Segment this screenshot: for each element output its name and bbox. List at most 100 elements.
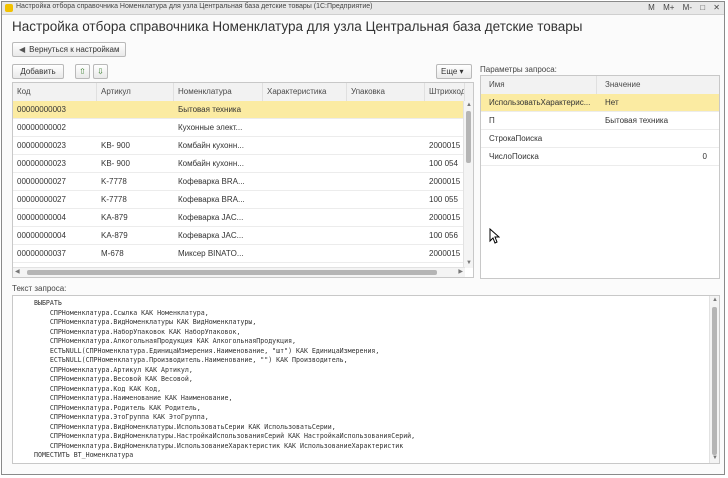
param-name: П xyxy=(489,116,495,125)
query-line: СПРНоменклатура.Артикул КАК Артикул, xyxy=(34,365,193,374)
scroll-up-icon[interactable]: ▲ xyxy=(712,297,718,304)
move-up-button[interactable]: ⇧ xyxy=(75,64,90,79)
query-line: ВЫБРАТЬ xyxy=(34,299,62,307)
table-cell-code: 00000000027 xyxy=(17,177,66,186)
column-header-article[interactable]: Артикул xyxy=(97,83,174,101)
table-cell-code: 00000000023 xyxy=(17,159,66,168)
query-line: ПОМЕСТИТЬ ВТ_Номенклатура xyxy=(34,451,134,459)
move-down-button[interactable]: ⇩ xyxy=(93,64,108,79)
param-row[interactable]: ИспользоватьХарактерис... Нет xyxy=(481,94,719,112)
table-cell-article xyxy=(97,119,174,137)
table-cell-char xyxy=(263,101,347,119)
query-line: ЕСТЬNULL(СПРНоменклатура.ЕдиницаИзмерени… xyxy=(34,346,380,355)
query-line: СПРНоменклатура.ВидНоменклатуры.Настройк… xyxy=(34,432,416,440)
table-cell-char xyxy=(263,245,347,263)
table-cell-article: KB- 900 xyxy=(101,159,130,168)
column-header-characteristic[interactable]: Характеристика xyxy=(263,83,347,101)
params-header: Имя Значение xyxy=(481,76,719,95)
scroll-right-icon[interactable]: ▶ xyxy=(458,269,463,276)
arrow-up-icon: ⇧ xyxy=(79,67,86,76)
query-line: СПРНоменклатура.ВидНоменклатуры.Использо… xyxy=(34,441,404,450)
table-cell-char xyxy=(263,137,347,155)
table-row[interactable]: 00000000027 K-7778 Кофеварка BRA... 100 055 xyxy=(13,191,465,209)
scroll-down-icon[interactable]: ▼ xyxy=(712,455,718,462)
back-button-label: Вернуться к настройкам xyxy=(29,45,120,54)
scroll-down-icon[interactable]: ▼ xyxy=(466,260,472,267)
query-line: СПРНоменклатура.Наименование КАК Наимено… xyxy=(34,394,233,402)
add-button[interactable]: Добавить xyxy=(12,64,64,79)
app-logo-icon xyxy=(5,4,13,12)
query-vertical-scrollbar[interactable]: ▲ ▼ xyxy=(709,296,719,463)
table-cell-code: 00000000037 xyxy=(17,249,66,258)
column-header-value[interactable]: Значение xyxy=(597,76,719,94)
column-header-code[interactable]: Код xyxy=(13,83,97,101)
table-cell-name: Кофеварка BRA... xyxy=(178,177,245,186)
query-text-area[interactable]: ВЫБРАТЬ СПРНоменклатура.Ссылка КАК Номен… xyxy=(12,295,720,464)
table-cell-name: Кухонные элект... xyxy=(178,123,243,132)
window-controls: M M+ M- □ ✕ xyxy=(642,3,720,12)
table-cell-name: Комбайн кухонн... xyxy=(178,159,244,168)
table-cell-name: Миксер BINATO... xyxy=(178,249,244,258)
table-row[interactable]: 00000000023 KB- 900 Комбайн кухонн... 100 0… xyxy=(13,155,465,173)
table-cell-code: 00000000002 xyxy=(17,123,66,132)
memory-minus-button[interactable]: M- xyxy=(683,3,692,12)
column-header-name[interactable]: Имя xyxy=(481,76,597,94)
table-cell-char xyxy=(263,191,347,209)
table-cell-code: 00000000027 xyxy=(17,195,66,204)
table-row[interactable]: 00000000003 Бытовая техника xyxy=(13,101,465,119)
table-horizontal-scrollbar[interactable]: ◀ ▶ xyxy=(13,267,465,277)
nomenclature-table[interactable]: Код Артикул Номенклатура Характеристика … xyxy=(12,82,474,278)
table-cell-barcode: 100 056 xyxy=(429,231,458,240)
table-vertical-scrollbar[interactable]: ▲ ▼ xyxy=(463,101,473,268)
params-table[interactable]: Имя Значение ИспользоватьХарактерис... Не… xyxy=(480,75,720,279)
table-row[interactable]: 00000000037 M-678 Миксер BINATO... 2000015 xyxy=(13,245,465,263)
table-cell-char xyxy=(263,209,347,227)
param-row[interactable]: ЧислоПоиска 0 xyxy=(481,148,719,166)
scroll-left-icon[interactable]: ◀ xyxy=(15,269,20,276)
back-to-settings-button[interactable]: ◀ Вернуться к настройкам xyxy=(12,42,126,57)
query-line: СПРНоменклатура.Код КАК Код, xyxy=(34,384,162,393)
query-label: Текст запроса: xyxy=(12,284,67,293)
table-row[interactable]: 00000000004 KA-879 Кофеварка JAC... 2000015 xyxy=(13,209,465,227)
table-cell-name: Бытовая техника xyxy=(178,105,242,114)
param-row[interactable]: СтрокаПоиска xyxy=(481,130,719,148)
query-line: СПРНоменклатура.Весовой КАК Весовой, xyxy=(34,375,193,383)
table-row[interactable]: 00000000004 KA-879 Кофеварка JAC... 100 056 xyxy=(13,227,465,245)
table-header: Код Артикул Номенклатура Характеристика … xyxy=(13,83,473,102)
column-header-barcode[interactable]: Штрихкод xyxy=(425,83,465,101)
scroll-up-icon[interactable]: ▲ xyxy=(466,102,472,109)
table-cell-article: KB- 900 xyxy=(101,141,130,150)
scroll-thumb[interactable] xyxy=(712,307,717,455)
param-value xyxy=(597,130,719,148)
param-row[interactable]: П Бытовая техника xyxy=(481,112,719,130)
table-cell-pack xyxy=(347,245,425,263)
table-cell-article xyxy=(97,101,174,119)
memory-m-button[interactable]: M xyxy=(648,3,655,12)
table-cell-barcode: 2000015 xyxy=(429,141,461,150)
table-row[interactable]: 00000000002 Кухонные элект... xyxy=(13,119,465,137)
params-label: Параметры запроса: xyxy=(480,65,557,74)
scroll-thumb-horizontal[interactable] xyxy=(27,270,437,275)
table-cell-barcode: 2000015 xyxy=(429,249,461,258)
maximize-button[interactable]: □ xyxy=(700,3,705,12)
table-row[interactable]: 00000000023 KB- 900 Комбайн кухонн... 20000… xyxy=(13,137,465,155)
column-header-package[interactable]: Упаковка xyxy=(347,83,425,101)
table-cell-char xyxy=(263,227,347,245)
table-cell-article: KA-879 xyxy=(101,213,128,222)
query-line: СПРНоменклатура.Ссылка КАК Номенклатура, xyxy=(34,308,209,317)
table-cell-code: 00000000004 xyxy=(17,231,66,240)
app-window: Настройка отбора справочника Номенклатур… xyxy=(1,1,725,475)
column-header-nomenclature[interactable]: Номенклатура xyxy=(174,83,263,101)
table-cell-pack xyxy=(347,191,425,209)
query-line: СПРНоменклатура.АлкогольнаяПродукция КАК… xyxy=(34,337,297,345)
table-cell-pack xyxy=(347,137,425,155)
page-title: Настройка отбора справочника Номенклатур… xyxy=(12,19,583,34)
scroll-thumb[interactable] xyxy=(466,111,471,163)
query-line: СПРНоменклатура.Родитель КАК Родитель, xyxy=(34,403,201,412)
table-row[interactable]: 00000000027 K-7778 Кофеварка BRA... 2000015 xyxy=(13,173,465,191)
memory-plus-button[interactable]: M+ xyxy=(663,3,674,12)
query-line: ЕСТЬNULL(СПРНоменклатура.Производитель.Н… xyxy=(34,356,348,364)
close-button[interactable]: ✕ xyxy=(713,3,720,12)
table-cell-name: Кофеварка JAC... xyxy=(178,231,244,240)
more-button[interactable]: Еще ▾ xyxy=(436,64,472,79)
